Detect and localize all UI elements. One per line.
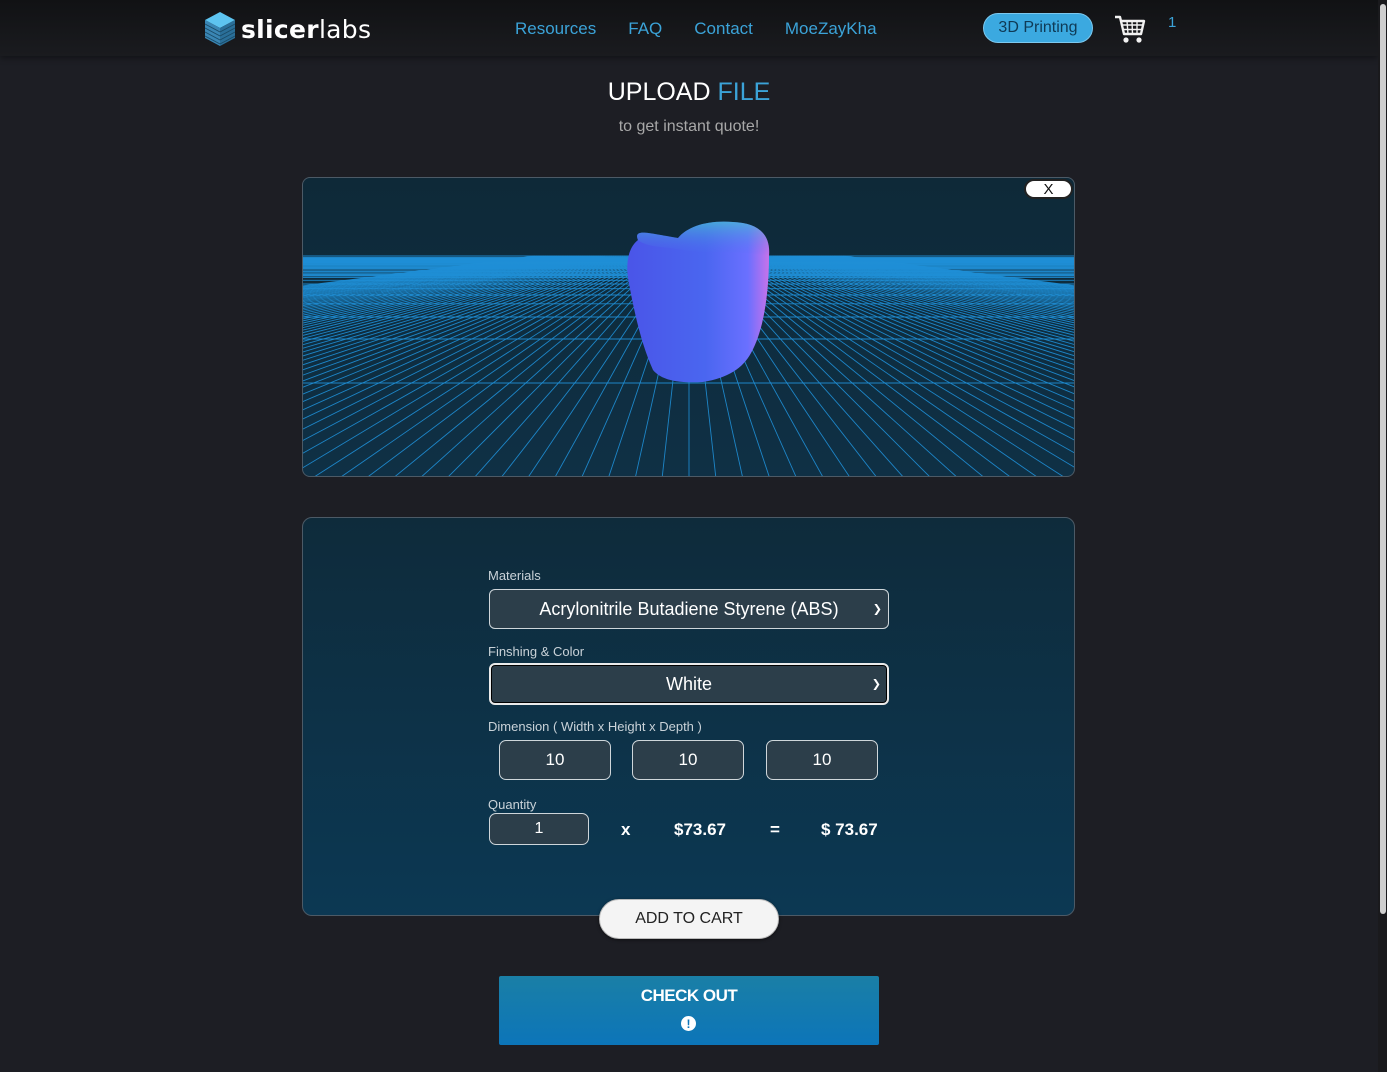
alert-circle-icon: ! <box>681 1016 696 1031</box>
width-input[interactable]: 10 <box>499 740 611 780</box>
multiply-sign: x <box>621 820 631 839</box>
logo-cube-icon <box>204 12 236 46</box>
nav-link-faq[interactable]: FAQ <box>628 19 662 39</box>
finishing-selected-value: White <box>665 673 712 694</box>
quantity-input[interactable]: 1 <box>489 813 589 845</box>
close-viewer-button[interactable]: X <box>1024 179 1073 199</box>
equals-sign: = <box>770 820 780 839</box>
scrollbar-thumb[interactable] <box>1380 4 1386 914</box>
chevron-down-icon: ❯ <box>871 678 881 691</box>
unit-price: $73.67 <box>674 820 726 839</box>
materials-select[interactable]: Acrylonitrile Butadiene Styrene (ABS) ❯ <box>489 589 889 629</box>
finishing-color-select[interactable]: White ❯ <box>489 663 889 705</box>
nav-links: Resources FAQ Contact MoeZayKha <box>515 19 909 39</box>
quote-options-panel <box>302 517 1075 916</box>
nav-link-contact[interactable]: Contact <box>694 19 753 39</box>
materials-selected-value: Acrylonitrile Butadiene Styrene (ABS) <box>539 598 839 619</box>
dimension-label: Dimension ( Width x Height x Depth ) <box>488 719 702 734</box>
checkout-button[interactable]: CHECK OUT ! <box>499 976 879 1045</box>
brand-name: slicerlabs <box>241 14 372 44</box>
total-price: $ 73.67 <box>821 820 878 839</box>
checkout-label: CHECK OUT <box>640 986 738 1005</box>
quantity-label: Quantity <box>488 797 537 812</box>
shopping-cart-icon[interactable] <box>1113 12 1147 46</box>
top-navbar: slicerlabs Resources FAQ Contact MoeZayK… <box>0 0 1378 56</box>
height-input[interactable]: 10 <box>632 740 744 780</box>
chevron-down-icon: ❯ <box>872 603 882 616</box>
cart-count-badge: 1 <box>1168 14 1177 31</box>
materials-label: Materials <box>488 568 541 583</box>
viewer-canvas[interactable] <box>303 178 1075 477</box>
nav-link-user[interactable]: MoeZayKha <box>785 19 877 39</box>
add-to-cart-button[interactable]: ADD TO CART <box>599 899 779 939</box>
page-subtitle: to get instant quote! <box>618 118 760 135</box>
brand-logo[interactable]: slicerlabs <box>203 10 371 48</box>
depth-input[interactable]: 10 <box>766 740 878 780</box>
page-title: UPLOAD FILE <box>607 78 771 106</box>
service-3d-printing-button[interactable]: 3D Printing <box>983 13 1093 43</box>
model-3d-viewer[interactable] <box>302 177 1075 477</box>
nav-link-resources[interactable]: Resources <box>515 19 596 39</box>
finishing-label: Finshing & Color <box>488 644 585 659</box>
